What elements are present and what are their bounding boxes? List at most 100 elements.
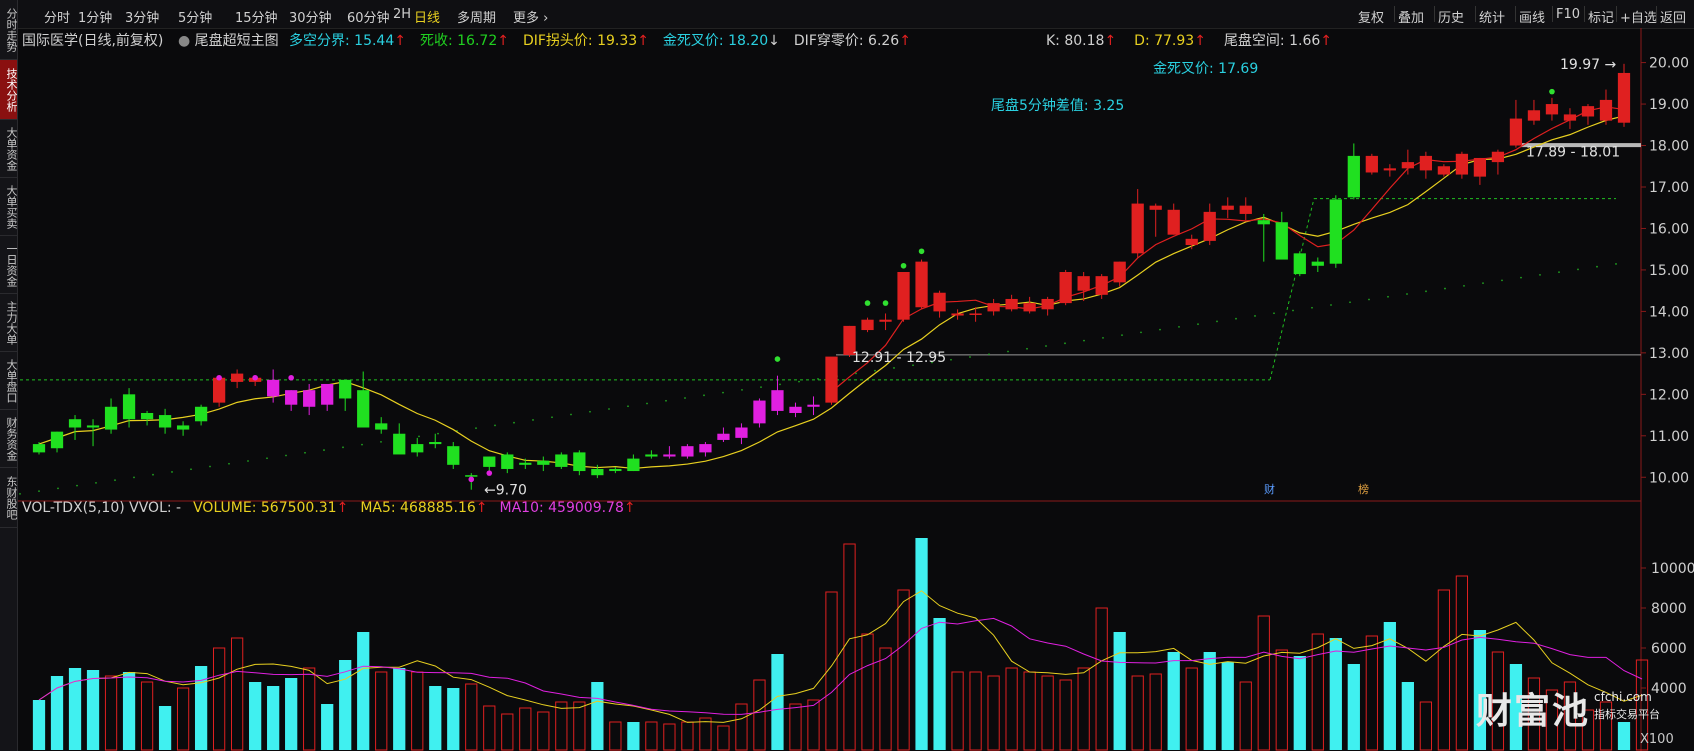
tail-diff-label: 尾盘5分钟差值: 3.25 [991, 98, 1125, 114]
sidebar-tab-1[interactable]: 技术分析 [0, 60, 18, 120]
trend-dot [1349, 301, 1351, 304]
volume-bar [1041, 675, 1054, 751]
period-tab-0[interactable]: 分时 [44, 7, 70, 26]
candle-body [285, 390, 298, 405]
trend-dot [1235, 317, 1237, 320]
volume-bar [573, 701, 586, 751]
candle-body [663, 454, 676, 457]
period-tab-10[interactable]: 更多 › [513, 7, 548, 26]
candle-body [194, 406, 208, 422]
volume-bar [1275, 649, 1288, 751]
volume-unit-label: X100 [1640, 732, 1674, 747]
candle-body [267, 379, 280, 397]
trend-dot [665, 399, 667, 402]
volume-bar [879, 647, 892, 751]
sidebar-tab-2[interactable]: 大单资金 [0, 120, 18, 178]
toolbar-separator [1656, 6, 1657, 22]
period-tab-6[interactable]: 60分钟 [347, 7, 390, 26]
trend-dot [380, 440, 382, 443]
toolbar-separator [1552, 6, 1553, 22]
ind-items-item-0: 多空分界: 15.44↑ [289, 33, 406, 49]
period-tab-8[interactable]: 日线 [414, 7, 440, 26]
candle-body [501, 454, 514, 469]
sidebar-tab-3[interactable]: 大单买卖 [0, 178, 18, 236]
trend-dot [513, 421, 515, 424]
toolbar-action-4[interactable]: 画线 [1519, 7, 1545, 26]
trend-dot [684, 397, 686, 399]
candle-body [681, 446, 694, 457]
sidebar-tab-5[interactable]: 主力大单 [0, 294, 18, 352]
candle-body [717, 433, 730, 440]
period-tab-3[interactable]: 5分钟 [178, 7, 212, 26]
toolbar-separator [1616, 6, 1617, 22]
trend-dot [1178, 326, 1180, 328]
ranking-flag-icon: 榜 [1358, 482, 1369, 496]
toolbar-action-5[interactable]: F10 [1556, 7, 1580, 22]
volume-bar [176, 687, 190, 751]
price-tick-label: 20.00 [1649, 56, 1689, 72]
volume-bar [555, 701, 568, 751]
candle-body [1221, 205, 1234, 210]
toolbar-action-3[interactable]: 统计 [1479, 7, 1505, 26]
toolbar-action-1[interactable]: 叠加 [1398, 7, 1424, 26]
volume-tick-label: 4000 [1651, 681, 1687, 697]
trend-dot [627, 405, 629, 408]
indicator-values-right: K: 80.18↑ D: 77.93↑ 尾盘空间: 1.66↑ [1046, 30, 1350, 50]
sidebar-tab-4[interactable]: 一日资金 [0, 236, 18, 294]
volume-bar [717, 725, 730, 751]
toolbar-action-0[interactable]: 复权 [1358, 7, 1384, 26]
trend-dot [76, 484, 78, 487]
volume-bar [357, 632, 370, 750]
formula-title[interactable]: ● 尾盘超短主图 [178, 30, 279, 50]
sidebar-tab-6[interactable]: 大单盘口 [0, 352, 18, 410]
toolbar-action-7[interactable]: +自选 [1620, 7, 1657, 26]
candle-body [519, 462, 532, 465]
candle-body [447, 446, 460, 465]
zone-label-upper: 17.89 - 18.01 [1526, 145, 1620, 161]
trend-dot [1216, 320, 1218, 323]
volume-bar [375, 671, 388, 751]
candle-body [1095, 276, 1108, 295]
period-tab-4[interactable]: 15分钟 [235, 7, 278, 26]
trend-dot [893, 367, 895, 369]
candle-body [393, 433, 406, 455]
ma-line-red [831, 106, 1625, 393]
trend-dot [133, 476, 135, 479]
candle-body [1041, 298, 1054, 310]
vol-items-item-3: MA10: 459009.78↑ [499, 500, 636, 516]
candle-body [32, 444, 46, 453]
sidebar-tab-7[interactable]: 财务资金 [0, 410, 18, 468]
toolbar-separator [1515, 6, 1516, 22]
period-tab-1[interactable]: 1分钟 [78, 7, 112, 26]
period-tab-2[interactable]: 3分钟 [125, 7, 159, 26]
volume-bar [249, 682, 262, 750]
toolbar-action-8[interactable]: 返回 [1660, 7, 1686, 26]
candle-body [1185, 238, 1198, 246]
watermark-url: cfchi.com [1594, 690, 1652, 704]
vol-items-item-1: VOLUME: 567500.31↑ [193, 500, 349, 516]
period-tab-7[interactable]: 2H [393, 7, 411, 22]
trend-arrow-icon: ↑ [1320, 33, 1333, 49]
candle-body [1455, 153, 1469, 175]
candle-body [591, 468, 604, 476]
candle-body [1149, 205, 1162, 210]
volume-bar [86, 670, 100, 750]
stock-chart[interactable]: 10.00 11.00 12.00 13.00 14.00 15.00 16.00 17.00… [18, 28, 1694, 751]
trend-dot [570, 413, 572, 416]
sidebar-tab-8[interactable]: 东财股吧 [0, 468, 18, 528]
toolbar-action-6[interactable]: 标记 [1588, 7, 1614, 26]
price-tick-label: 14.00 [1649, 304, 1689, 320]
signal-dot [918, 248, 925, 255]
volume-bar [1617, 722, 1631, 750]
toolbar-action-2[interactable]: 历史 [1438, 7, 1464, 26]
sidebar-tab-0[interactable]: 分时走势 [0, 0, 18, 60]
period-tab-9[interactable]: 多周期 [457, 7, 496, 26]
volume-bar [303, 667, 316, 751]
ind-right-item-2: 尾盘空间: 1.66↑ [1223, 33, 1333, 49]
toolbar-separator [1475, 6, 1476, 22]
ind-items-item-4: DIF穿零价: 6.26↑ [793, 33, 911, 49]
period-tab-5[interactable]: 30分钟 [289, 7, 332, 26]
volume-bar [771, 654, 784, 750]
candle-body [465, 475, 478, 477]
candle-body [825, 356, 838, 403]
